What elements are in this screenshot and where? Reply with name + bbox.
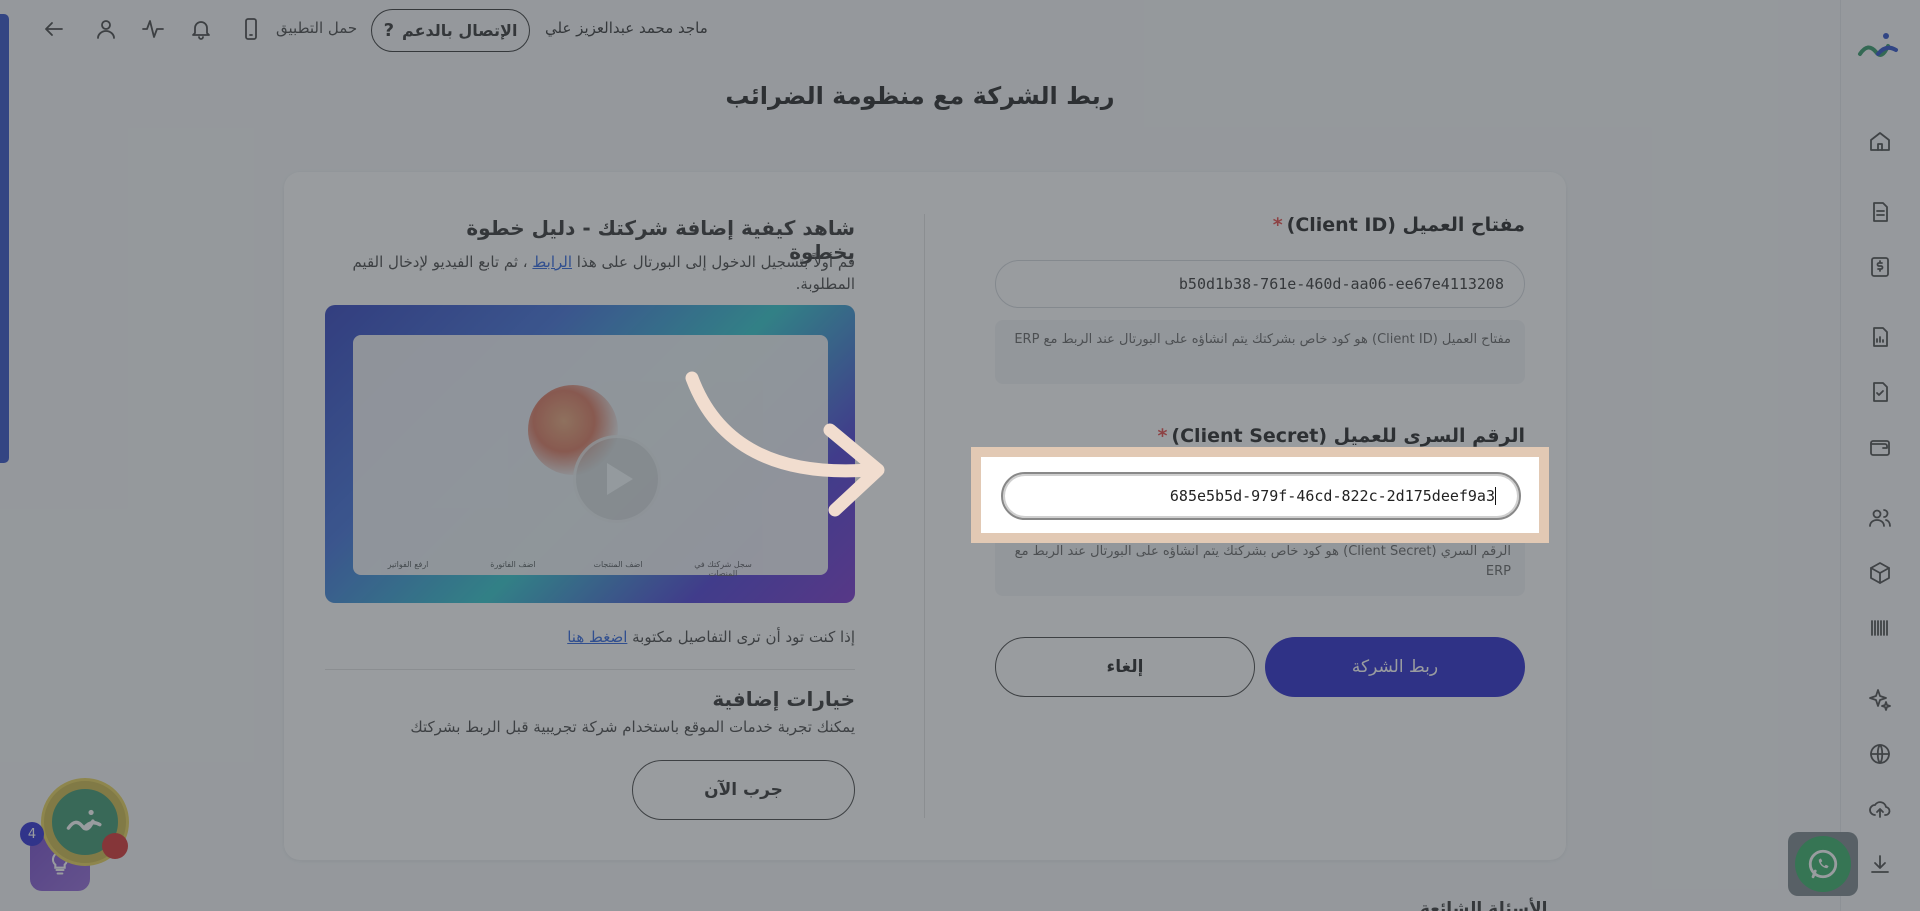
upload-icon[interactable] [1865,794,1895,824]
try-now-button[interactable]: جرب الآن [632,760,855,820]
client-secret-input[interactable]: 685e5b5d-979f-46cd-822c-2d175deef9a3 [1001,472,1521,520]
app-root: حمل التطبيق الإتصال بالدعم ? ماجد محمد ع… [0,0,1920,911]
play-button[interactable] [573,435,661,523]
support-button-label: الإتصال بالدعم [402,21,518,40]
alert-dot [102,833,128,859]
home-icon[interactable] [1865,126,1895,156]
activity-icon[interactable] [138,14,168,44]
client-id-label: مفتاح العميل (Client ID)* [995,214,1525,236]
client-secret-label-text: الرقم السرى للعميل (Client Secret) [1171,425,1525,447]
cancel-button[interactable]: إلغاء [995,637,1255,697]
contact-support-button[interactable]: الإتصال بالدعم ? [371,9,530,52]
client-secret-label: الرقم السرى للعميل (Client Secret)* [995,425,1525,447]
phone-icon[interactable] [236,14,266,44]
back-arrow-icon[interactable] [39,14,69,44]
play-icon [607,463,633,495]
video-step-label: ارفع الفواتير [387,560,429,569]
whatsapp-button[interactable] [1795,836,1851,892]
globe-icon[interactable] [1865,739,1895,769]
text-caret [1495,487,1496,505]
page-title: ربط الشركة مع منظومة الضرائب [725,82,1115,110]
required-mark: * [1157,425,1168,447]
written-details-text: إذا كنت تود أن ترى التفاصيل مكتوبة [627,628,855,646]
barcode-icon[interactable] [1865,613,1895,643]
highlighted-field-frame: 685e5b5d-979f-46cd-822c-2d175deef9a3 [971,447,1549,543]
report-icon[interactable] [1865,322,1895,352]
tutorial-arrow-icon [685,371,885,517]
checklist-icon[interactable] [1865,377,1895,407]
question-icon: ? [383,20,395,41]
whatsapp-icon [1808,849,1838,879]
download-app-link[interactable]: حمل التطبيق [276,19,357,37]
download-icon[interactable] [1865,849,1895,879]
brand-logo[interactable] [1856,24,1902,70]
user-name: ماجد محمد عبدالعزيز علي [545,19,708,37]
box-icon[interactable] [1865,558,1895,588]
written-details-line: إذا كنت تود أن ترى التفاصيل مكتوبة اضغط … [325,628,855,646]
sidebar [1840,0,1920,911]
wallet-icon[interactable] [1865,432,1895,462]
extra-options-description: يمكنك تجربة خدمات الموقع باستخدام شركة ت… [410,718,855,736]
faq-heading-partial: الأسئلة الشائعة [1420,899,1548,911]
portal-link[interactable]: الرابط [532,253,572,271]
required-mark: * [1272,214,1283,236]
video-step-label: سجل شركتك في المنصات [694,560,752,578]
invoice-dollar-icon[interactable] [1865,252,1895,282]
client-id-input[interactable]: b50d1b38-761e-460d-aa06-ee67e4113208 [995,260,1525,308]
client-secret-value: 685e5b5d-979f-46cd-822c-2d175deef9a3 [1169,487,1495,505]
video-step-label: اضف المنتجات [593,560,643,569]
bell-icon[interactable] [186,14,216,44]
assistant-logo-icon [66,809,102,831]
vertical-divider [924,214,925,818]
link-company-button[interactable]: ربط الشركة [1265,637,1525,697]
sparkle-icon[interactable] [1865,684,1895,714]
client-id-label-text: مفتاح العميل (Client ID) [1286,214,1525,236]
users-icon[interactable] [1865,503,1895,533]
video-guide-description: قم أولاً بتسجيل الدخول إلى البورتال على … [325,251,855,295]
click-here-link[interactable]: اضغط هنا [567,628,627,646]
document-icon[interactable] [1865,197,1895,227]
notification-count-badge: 4 [20,822,44,846]
extra-options-title: خيارات إضافية [712,687,855,711]
horizontal-divider [325,669,855,670]
user-icon[interactable] [91,14,121,44]
client-id-hint: مفتاح العميل (Client ID) هو كود خاص بشرك… [995,320,1525,384]
top-bar: حمل التطبيق الإتصال بالدعم ? ماجد محمد ع… [0,0,1840,60]
video-guide-desc-before: قم أولاً بتسجيل الدخول إلى البورتال على … [572,253,855,271]
video-step-label: اضف الفاتورة [490,560,536,569]
